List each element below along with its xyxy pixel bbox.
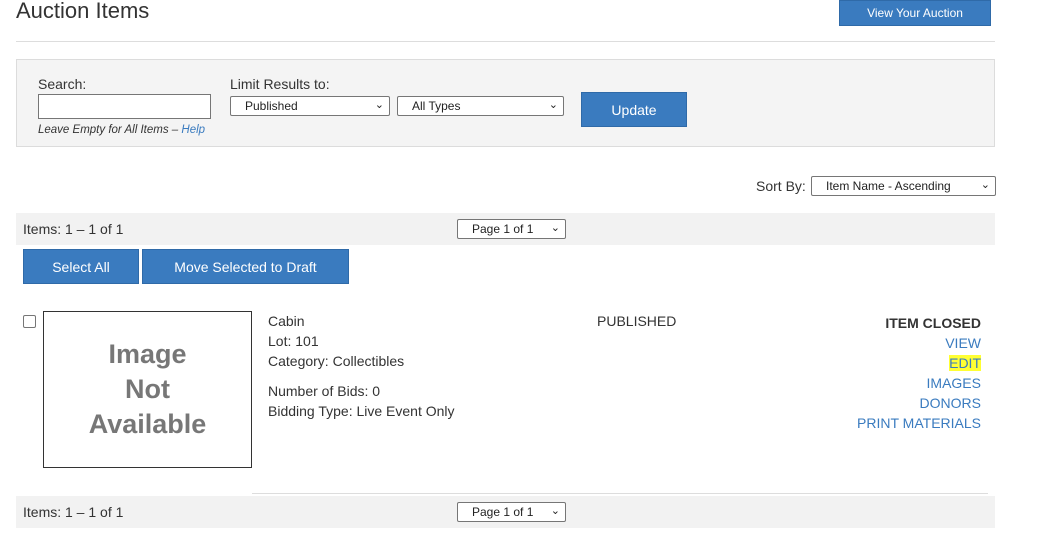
chevron-down-icon: ⌄ xyxy=(550,222,560,234)
edit-link[interactable]: EDIT xyxy=(949,355,981,371)
pager-top: Items: 1 – 1 of 1 Page 1 of 1 ⌄ xyxy=(16,213,995,245)
item-bidding-type: Bidding Type: Live Event Only xyxy=(268,403,455,419)
image-placeholder-text: Image Not Available xyxy=(88,339,207,439)
view-link[interactable]: VIEW xyxy=(945,335,981,351)
item-checkbox[interactable] xyxy=(23,315,36,328)
search-label: Search: xyxy=(38,76,87,92)
items-count: Items: 1 – 1 of 1 xyxy=(23,221,124,237)
item-state: ITEM CLOSED xyxy=(885,315,981,331)
item-status: PUBLISHED xyxy=(597,313,677,329)
search-help-text: Leave Empty for All Items – xyxy=(38,124,182,136)
chevron-down-icon: ⌄ xyxy=(980,179,990,191)
item-lot: Lot: 101 xyxy=(268,333,319,349)
title-divider xyxy=(16,41,995,42)
pager-bottom: Items: 1 – 1 of 1 Page 1 of 1 ⌄ xyxy=(16,496,995,528)
search-input[interactable] xyxy=(38,94,211,119)
page-select-value: Page 1 of 1 xyxy=(472,222,534,236)
status-select[interactable]: Published ⌄ xyxy=(230,96,390,116)
type-select-value: All Types xyxy=(412,99,461,113)
type-select[interactable]: All Types ⌄ xyxy=(397,96,564,116)
item-bids: Number of Bids: 0 xyxy=(268,383,381,399)
sort-label: Sort By: xyxy=(756,178,806,194)
images-link[interactable]: IMAGES xyxy=(927,375,981,391)
move-to-draft-button[interactable]: Move Selected to Draft xyxy=(142,249,349,284)
update-button[interactable]: Update xyxy=(581,92,687,127)
help-link[interactable]: Help xyxy=(181,124,205,136)
items-count: Items: 1 – 1 of 1 xyxy=(23,504,124,520)
select-all-button[interactable]: Select All xyxy=(23,249,139,284)
item-name: Cabin xyxy=(268,313,305,329)
item-actions: ITEM CLOSED VIEW EDIT IMAGES DONORS PRIN… xyxy=(857,313,981,433)
item-category: Category: Collectibles xyxy=(268,353,405,369)
view-auction-button[interactable]: View Your Auction xyxy=(839,0,991,26)
chevron-down-icon: ⌄ xyxy=(548,99,558,111)
page-select-value: Page 1 of 1 xyxy=(472,505,534,519)
page-title: Auction Items xyxy=(16,0,150,23)
chevron-down-icon: ⌄ xyxy=(374,99,384,111)
page-select[interactable]: Page 1 of 1 ⌄ xyxy=(457,219,566,239)
print-materials-link[interactable]: PRINT MATERIALS xyxy=(857,415,981,431)
page-select[interactable]: Page 1 of 1 ⌄ xyxy=(457,502,566,522)
search-help: Leave Empty for All Items – Help xyxy=(38,124,205,136)
item-image: Image Not Available xyxy=(43,311,252,468)
chevron-down-icon: ⌄ xyxy=(550,505,560,517)
sort-select[interactable]: Item Name - Ascending ⌄ xyxy=(811,176,996,196)
status-select-value: Published xyxy=(245,99,298,113)
sort-select-value: Item Name - Ascending xyxy=(826,179,951,193)
limit-results-label: Limit Results to: xyxy=(230,76,330,92)
row-divider xyxy=(252,493,988,494)
donors-link[interactable]: DONORS xyxy=(920,395,981,411)
filter-panel: Search: Leave Empty for All Items – Help… xyxy=(16,59,995,147)
